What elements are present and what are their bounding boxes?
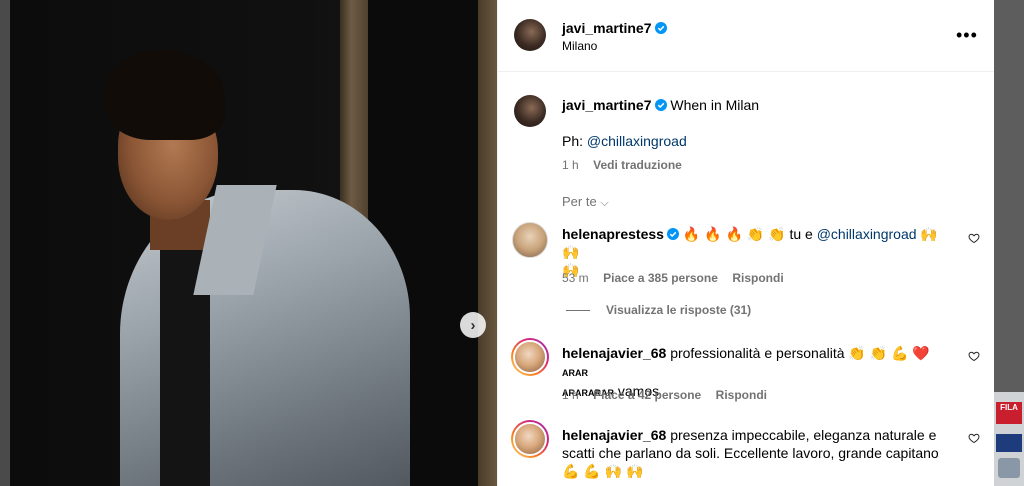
caption-credit-prefix: Ph: [562, 133, 584, 149]
comment-likes[interactable]: Piace a 385 persone [603, 271, 718, 285]
view-replies-label: Visualizza le risposte (31) [606, 303, 752, 317]
comment-username[interactable]: helenajavier_68 [562, 345, 666, 361]
comment-avatar[interactable] [511, 338, 549, 376]
verified-icon [666, 228, 679, 240]
view-replies-button[interactable]: Visualizza le risposte (31) [566, 303, 751, 317]
comment-sort-label: Per te [562, 194, 597, 209]
post-location[interactable]: Milano [562, 39, 597, 53]
caption-time[interactable]: 1 h [562, 158, 579, 172]
comment-meta: 53 m Piace a 385 persone Rispondi [562, 269, 784, 287]
caption-credit: Ph: @chillaxingroad [562, 132, 687, 150]
post-header: javi_martine7 Milano ••• [498, 0, 994, 72]
author-avatar[interactable] [514, 19, 546, 51]
caption-meta: 1 h Vedi traduzione [562, 156, 682, 174]
verified-icon [654, 22, 667, 34]
comment-avatar[interactable] [511, 420, 549, 458]
comment-body-line2: scatti che parlano da soli. Eccellente l… [562, 445, 939, 461]
verified-icon [654, 99, 667, 111]
background-thumbnail: FILA [994, 392, 1024, 486]
author-username[interactable]: javi_martine7 [562, 20, 652, 36]
heart-icon[interactable] [968, 432, 980, 444]
comment-text: helenajavier_68 presenza impeccabile, el… [562, 426, 962, 480]
comment-emojis: 💪 💪 🙌 🙌 [562, 463, 644, 479]
comment-meta: 1 h Piace a 42 persone Rispondi [562, 386, 767, 404]
ellipsis-icon[interactable]: ••• [956, 25, 978, 46]
comment-sort-dropdown[interactable]: Per te ⌵ [562, 194, 609, 210]
heart-icon[interactable] [968, 350, 980, 362]
comment-emojis: 🔥 🔥 🔥 👏 👏 tu e [682, 226, 813, 242]
comment-body: professionalità e personalità 👏 👏 💪 ❤️ [670, 345, 930, 361]
heart-icon[interactable] [968, 232, 980, 244]
translate-link[interactable]: Vedi traduzione [593, 158, 682, 172]
caption-text: When in Milan [670, 97, 760, 113]
reply-button[interactable]: Rispondi [716, 388, 767, 402]
comment-username[interactable]: helenaprestess [562, 226, 664, 242]
comment-username[interactable]: helenajavier_68 [562, 427, 666, 443]
post-photo [10, 0, 497, 486]
replies-divider [566, 309, 590, 311]
chevron-down-icon: ⌵ [600, 197, 609, 209]
comment-time[interactable]: 53 m [562, 271, 589, 285]
comment-body: presenza impeccabile, eleganza naturale … [670, 427, 937, 443]
comment-likes[interactable]: Piace a 42 persone [593, 388, 701, 402]
caption-author-username[interactable]: javi_martine7 [562, 97, 652, 113]
comment-avatar[interactable] [512, 222, 548, 258]
background-brand-logo: FILA [996, 402, 1022, 424]
post-side-panel: javi_martine7 Milano ••• javi_martine7 W… [497, 0, 994, 486]
caption-line: javi_martine7 When in Milan [562, 96, 759, 114]
reply-button[interactable]: Rispondi [732, 271, 783, 285]
caption-credit-handle[interactable]: @chillaxingroad [587, 133, 687, 149]
chevron-right-icon: › [470, 316, 476, 334]
comment-small-caps: ARAR [562, 368, 588, 378]
modal-backdrop-left[interactable] [0, 0, 10, 486]
comment-mention[interactable]: @chillaxingroad [817, 226, 917, 242]
caption-author-avatar[interactable] [514, 95, 546, 127]
next-photo-button[interactable]: › [460, 312, 486, 338]
comment-time[interactable]: 1 h [562, 388, 579, 402]
